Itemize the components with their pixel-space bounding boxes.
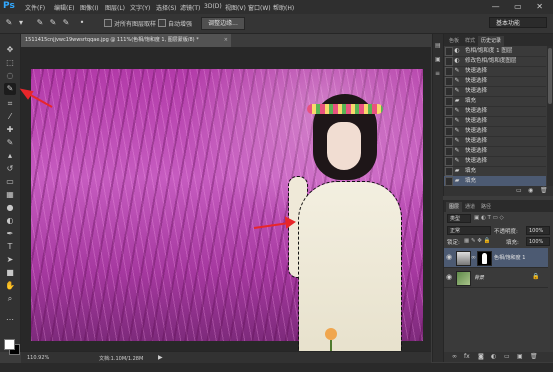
brush-icon: ✎ [454,77,460,84]
history-item-label: 修改色相/饱和度图层 [465,58,517,64]
history-item-label: 填充 [465,98,477,104]
new-adjustment-layer-icon[interactable]: ◐ [491,353,496,360]
tab-layers[interactable]: 图层 [446,202,463,212]
history-item-label: 快速选择 [465,148,488,154]
history-footer: ▭ ◉ 🗑 [444,186,553,196]
fill-icon: ▰ [454,177,460,184]
layer-row-hue-saturation[interactable]: ◉ ∞ 色相/饱和度 1 [444,248,548,268]
collapsed-panel-strip: ▤ ▣ ≡ [432,34,443,362]
arrow-head-selection [284,216,296,229]
history-item-label: 填充 [465,168,477,174]
bottom-strip [0,363,553,372]
eye-icon[interactable]: ◉ [446,253,452,261]
history-scrollbar-thumb[interactable] [548,48,552,104]
link-layers-icon[interactable]: ∞ [452,353,457,360]
tab-styles[interactable]: 样式 [462,36,478,46]
trash-icon[interactable]: 🗑 [530,353,538,360]
history-source-box[interactable] [445,87,453,96]
tab-paths[interactable]: 路径 [478,202,494,212]
panel-icon[interactable]: ▣ [435,56,441,63]
history-source-box[interactable] [445,137,453,146]
adjustment-icon: ◐ [454,47,460,54]
history-item-label: 快速选择 [465,138,488,144]
new-layer-icon[interactable]: ▣ [517,353,523,360]
new-group-icon[interactable]: ▭ [504,353,510,360]
opacity-input[interactable]: 100% [526,226,550,235]
tab-swatches[interactable]: 色板 [446,36,462,46]
link-icon[interactable]: ∞ [471,254,476,261]
history-source-box[interactable] [445,147,453,156]
new-snapshot-icon[interactable]: ◉ [528,187,533,194]
brush-icon: ✎ [454,87,460,94]
panel-icon[interactable]: ≡ [435,70,440,77]
history-source-box[interactable] [445,167,453,176]
adjustment-icon: ◐ [454,57,460,64]
history-source-box[interactable] [445,127,453,136]
fill-icon: ▰ [454,97,460,104]
eye-icon[interactable]: ◉ [446,273,452,281]
history-item-label: 快速选择 [465,68,488,74]
layer-mask-thumbnail[interactable] [477,251,492,266]
blend-mode-select[interactable]: 正常 [447,226,491,235]
background-layer-thumbnail [456,271,471,286]
layers-panel-tabs: 图层 通道 路径 [444,200,553,212]
history-source-box[interactable] [445,67,453,76]
history-item-label: 快速选择 [465,118,488,124]
history-source-box[interactable] [445,47,453,56]
layer-style-icon[interactable]: fx [464,353,470,360]
history-source-box[interactable] [445,97,453,106]
fill-label: 填充: [506,240,519,246]
history-source-box[interactable] [445,107,453,116]
brush-icon: ✎ [454,67,460,74]
brush-icon: ✎ [454,127,460,134]
lock-icon: 🔒 [532,273,540,280]
history-source-box[interactable] [445,77,453,86]
zoom-level[interactable]: 110.92% [27,355,49,361]
history-item-label: 快速选择 [465,78,488,84]
history-item-label: 填充 [465,178,477,184]
history-panel-tabs: 色板 样式 历史记录 [444,34,553,46]
status-menu-arrow-icon[interactable]: ▶ [158,354,163,361]
history-item-label: 快速选择 [465,88,488,94]
layer-name[interactable]: 色相/饱和度 1 [494,254,525,261]
layer-name[interactable]: 背景 [474,274,484,281]
add-mask-icon[interactable]: ◙ [478,353,484,360]
layers-panel: 图层 通道 路径 类型 ▣ ◐ T ▭ ◇ 正常 不透明度: 100% 锁定: … [443,200,553,362]
history-source-box[interactable] [445,177,453,186]
history-source-box[interactable] [445,117,453,126]
adjustment-layer-icon [456,251,471,266]
history-source-box[interactable] [445,157,453,166]
layer-filter-kind-select[interactable]: 类型 [447,214,471,223]
brush-icon: ✎ [454,107,460,114]
brush-icon: ✎ [454,117,460,124]
brush-icon: ✎ [454,157,460,164]
layer-filter-icons[interactable]: ▣ ◐ T ▭ ◇ [474,215,504,221]
brush-icon: ✎ [454,147,460,154]
history-source-box[interactable] [445,57,453,66]
lock-label: 锁定: [447,240,460,246]
panel-icon[interactable]: ▤ [435,42,441,49]
history-item-label: 快速选择 [465,158,488,164]
tab-channels[interactable]: 通道 [462,202,478,212]
arrow-head-tool [19,88,34,100]
history-item-label: 快速选择 [465,128,488,134]
fill-icon: ▰ [454,167,460,174]
document-size: 文档:1.10M/1.28M [99,356,144,362]
mask-shape [482,253,487,264]
history-item-label: 色相/饱和度 1 图层 [465,48,513,54]
brush-icon: ✎ [454,137,460,144]
lock-icons[interactable]: ▦ ✎ ✥ 🔒 [464,238,491,244]
history-panel: 色板 样式 历史记录 ◐ 色相/饱和度 1 图层 ◐ 修改色相/饱和度图层 ✎ 快速选择 ✎… [443,34,553,196]
tab-history[interactable]: 历史记录 [478,36,505,46]
layers-footer: ∞ fx ◙ ◐ ▭ ▣ 🗑 [444,352,553,362]
new-document-from-state-icon[interactable]: ▭ [516,187,522,194]
fill-input[interactable]: 100% [526,237,550,246]
layer-row-background[interactable]: ◉ 背景 🔒 [444,268,548,288]
opacity-label: 不透明度: [494,229,518,235]
history-item-label: 快速选择 [465,108,488,114]
trash-icon[interactable]: 🗑 [540,187,548,194]
arrow-to-selection-edge [253,222,290,229]
